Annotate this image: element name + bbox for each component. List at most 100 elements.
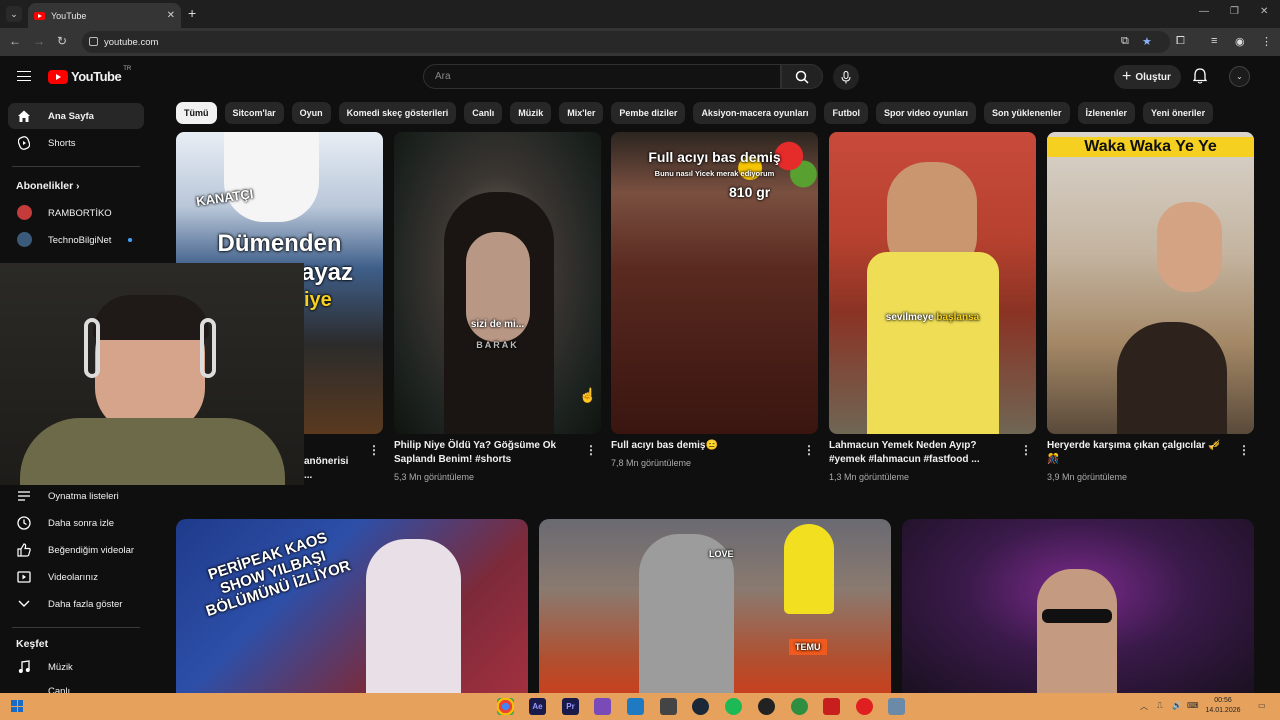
sidebar-item-your-videos[interactable]: Videolarınız <box>8 564 144 590</box>
short-title[interactable]: Lahmacun Yemek Neden Ayıp? #yemek #lahma… <box>829 439 1004 467</box>
sidebar-item-shorts[interactable]: Shorts <box>8 130 144 156</box>
sidebar-item-watch-later[interactable]: Daha sonra izle <box>8 510 144 536</box>
taskbar-clock[interactable]: 00:56 14.01.2026 <box>1200 696 1246 716</box>
hamburger-menu-icon[interactable] <box>17 71 31 81</box>
windows-start-icon[interactable] <box>11 700 23 712</box>
filter-chip[interactable]: İzlenenler <box>1077 102 1136 124</box>
voice-search-button[interactable] <box>833 64 859 90</box>
opera-icon[interactable] <box>856 698 873 715</box>
sidebar-item-music[interactable]: Müzik <box>8 654 144 680</box>
reload-button[interactable]: ↻ <box>57 34 67 48</box>
minimize-button[interactable]: — <box>1199 6 1209 17</box>
visual-studio-icon[interactable] <box>594 698 611 715</box>
sidebar-subscription-technobilginet[interactable]: TechnoBilgiNet <box>8 227 144 253</box>
filter-chip[interactable]: Futbol <box>824 102 868 124</box>
sidebar-item-playlists[interactable]: Oynatma listeleri <box>8 483 144 509</box>
shorts-icon <box>17 136 31 150</box>
create-button[interactable]: + Oluştur <box>1114 65 1181 89</box>
menu-kebab-icon[interactable]: ⋮ <box>1261 35 1272 48</box>
short-thumbnail-4[interactable]: sevilmeye başlansa <box>829 132 1036 434</box>
browser-tab[interactable]: YouTube ✕ <box>28 3 181 28</box>
reading-list-icon[interactable]: ≡ <box>1211 35 1217 47</box>
spotify-icon[interactable] <box>725 698 742 715</box>
filter-chip[interactable]: Son yüklenenler <box>984 102 1070 124</box>
short-title[interactable]: Full acıyı bas demiş😑 <box>611 439 786 453</box>
filter-chip[interactable]: Aksiyon-macera oyunları <box>693 102 817 124</box>
sublime-text-icon[interactable] <box>660 698 677 715</box>
back-button[interactable]: ← <box>9 34 21 48</box>
short-options-kebab-icon[interactable]: ⋮ <box>368 443 380 457</box>
filter-chip[interactable]: Pembe diziler <box>611 102 686 124</box>
short-thumbnail-5[interactable]: Waka Waka Ye Ye <box>1047 132 1254 434</box>
tab-close-icon[interactable]: ✕ <box>167 10 175 21</box>
short-thumbnail-3[interactable]: Full acıyı bas demiş Bunu nasıl Yicek me… <box>611 132 818 434</box>
filter-chip[interactable]: Spor video oyunları <box>875 102 976 124</box>
bookmark-star-icon[interactable]: ★ <box>1142 35 1152 48</box>
short-options-kebab-icon[interactable]: ⋮ <box>803 443 815 457</box>
browser-tab-strip: ⌄ YouTube ✕ + — ❐ ✕ <box>0 0 1280 28</box>
video-thumbnail-2[interactable]: TEMU LOVE <box>539 519 891 694</box>
tab-search-button[interactable]: ⌄ <box>6 6 22 22</box>
site-info-icon[interactable] <box>89 37 98 46</box>
notification-center-icon[interactable]: ▭ <box>1258 701 1266 710</box>
short-options-kebab-icon[interactable]: ⋮ <box>585 443 597 457</box>
video-thumbnail-1[interactable]: PERİPEAK KAOS SHOW YILBAŞI BÖLÜMÜNÜ İZLİ… <box>176 519 528 694</box>
sidebar-item-live[interactable]: Canlı <box>8 680 144 694</box>
sidebar-item-home[interactable]: Ana Sayfa <box>8 103 144 129</box>
app-icon[interactable] <box>823 698 840 715</box>
steam-icon[interactable] <box>692 698 709 715</box>
volume-icon[interactable]: 🔊 <box>1172 701 1182 710</box>
extensions-icon[interactable]: ⧠ <box>1176 35 1185 48</box>
filter-chip[interactable]: Canlı <box>464 102 503 124</box>
keyboard-icon[interactable]: ⌨ <box>1187 701 1199 710</box>
app-icon[interactable] <box>888 698 905 715</box>
filter-chip[interactable]: Müzik <box>510 102 552 124</box>
vscode-icon[interactable] <box>627 698 644 715</box>
video-thumbnail-3[interactable] <box>902 519 1254 694</box>
short-options-kebab-icon[interactable]: ⋮ <box>1020 443 1032 457</box>
filter-chip[interactable]: Komedi skeç gösterileri <box>338 102 457 124</box>
video-overlay-text: LOVE <box>709 549 734 559</box>
notifications-bell-icon[interactable] <box>1192 68 1208 89</box>
account-avatar[interactable]: ⌄ <box>1229 66 1250 87</box>
network-icon[interactable]: ⎍ <box>1157 701 1163 711</box>
filter-chip[interactable]: Tümü <box>176 102 217 124</box>
sidebar-item-show-more[interactable]: Daha fazla göster <box>8 591 144 617</box>
chef-figure <box>224 132 319 222</box>
short-title[interactable]: Heryerde karşıma çıkan çalgıcılar 🎺🎊 <box>1047 439 1222 467</box>
sidebar-item-label: Beğendiğim videolar <box>48 544 135 556</box>
install-app-icon[interactable]: ⧉ <box>1121 35 1129 48</box>
short-overlay-text: Full acıyı bas demiş <box>648 149 781 165</box>
new-tab-button[interactable]: + <box>188 5 196 21</box>
search-input[interactable]: Ara <box>423 64 781 89</box>
head-back-shape <box>1117 322 1227 434</box>
filter-chip[interactable]: Sitcom'lar <box>224 102 284 124</box>
chevron-right-icon: › <box>76 181 80 192</box>
short-options-kebab-icon[interactable]: ⋮ <box>1238 443 1250 457</box>
profile-icon[interactable]: ◉ <box>1235 35 1245 48</box>
window-close-button[interactable]: ✕ <box>1260 6 1268 17</box>
filter-chip[interactable]: Mix'ler <box>559 102 604 124</box>
sidebar-subscription-rambortiko[interactable]: RAMBORTİKO <box>8 200 144 226</box>
sidebar-item-liked-videos[interactable]: Beğendiğim videolar <box>8 537 144 563</box>
chrome-icon[interactable] <box>497 698 514 715</box>
after-effects-icon[interactable]: Ae <box>529 698 546 715</box>
filter-chip[interactable]: Yeni öneriler <box>1143 102 1214 124</box>
obs-icon[interactable] <box>758 698 775 715</box>
address-bar[interactable]: youtube.com <box>82 31 1170 53</box>
chrome-profile-icon[interactable] <box>791 698 808 715</box>
headphone-right <box>200 318 216 378</box>
create-label: Oluştur <box>1135 71 1171 83</box>
clock-time: 00:56 <box>1214 697 1232 704</box>
premiere-pro-icon[interactable]: Pr <box>562 698 579 715</box>
tray-chevron-icon[interactable]: ︿ <box>1140 701 1148 712</box>
restore-button[interactable]: ❐ <box>1230 6 1239 17</box>
filter-chip[interactable]: Oyun <box>291 102 331 124</box>
short-title[interactable]: Philip Niye Öldü Ya? Göğsüme Ok Saplandı… <box>394 439 569 467</box>
short-thumbnail-2[interactable]: sizi de mi... BARAK <box>394 132 601 434</box>
forward-button[interactable]: → <box>33 34 45 48</box>
search-button[interactable] <box>781 64 823 89</box>
short-title[interactable]: anönerisi ... <box>304 455 354 483</box>
youtube-logo[interactable]: YouTube TR <box>48 66 131 84</box>
subscriptions-heading[interactable]: Abonelikler › <box>16 180 79 192</box>
